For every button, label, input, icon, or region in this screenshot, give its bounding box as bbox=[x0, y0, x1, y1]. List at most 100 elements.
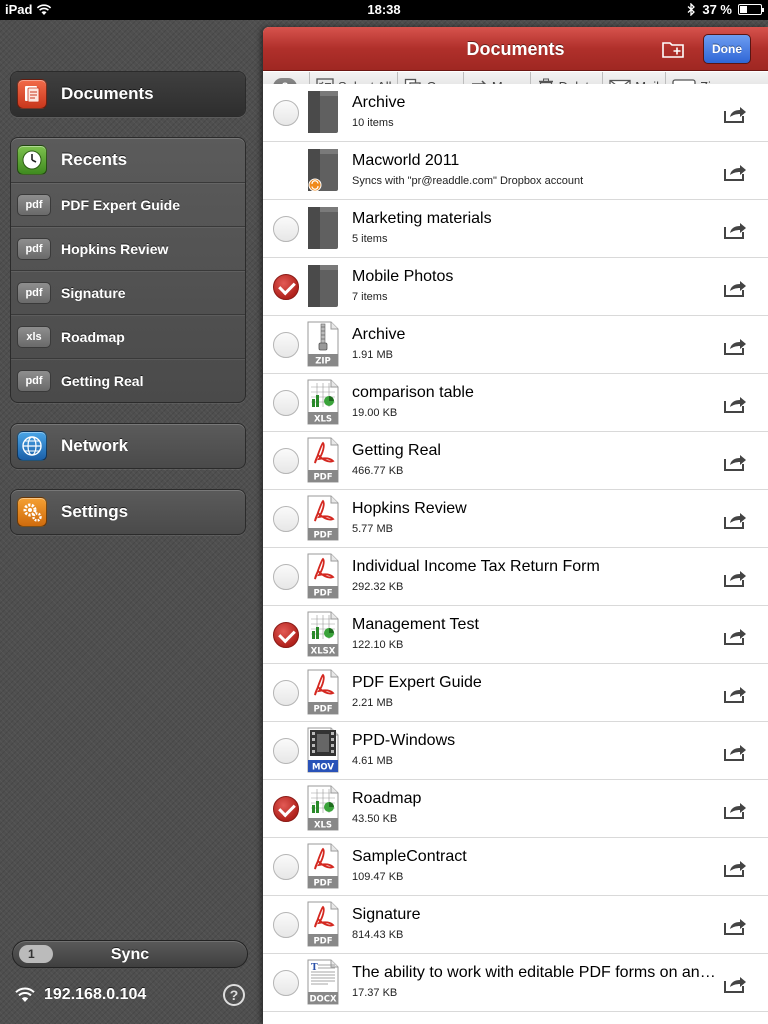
selection-checkbox[interactable] bbox=[273, 970, 299, 996]
globe-icon bbox=[17, 431, 47, 461]
sidebar-recent-label: PDF Expert Guide bbox=[61, 196, 181, 213]
selection-checkbox[interactable] bbox=[273, 274, 299, 300]
file-meta: 10 items bbox=[352, 117, 394, 129]
file-row[interactable]: Macworld 2011 Syncs with "pr@readdle.com"… bbox=[263, 142, 768, 200]
share-icon[interactable] bbox=[723, 858, 747, 878]
selection-checkbox[interactable] bbox=[273, 680, 299, 706]
sidebar-item-recents[interactable]: Recents bbox=[11, 138, 245, 182]
clock-icon bbox=[17, 145, 47, 175]
file-row[interactable]: MOV PPD-Windows 4.61 MB bbox=[263, 722, 768, 780]
sidebar-recents-group: Recents pdf PDF Expert Guide pdf Hopkins… bbox=[10, 137, 246, 403]
sidebar-recent-item[interactable]: xls Roadmap bbox=[11, 314, 245, 358]
selection-checkbox[interactable] bbox=[273, 506, 299, 532]
nav-bar: Documents Done bbox=[263, 27, 768, 71]
share-icon[interactable] bbox=[723, 510, 747, 530]
sidebar-recent-label: Roadmap bbox=[61, 328, 125, 345]
selection-checkbox[interactable] bbox=[273, 738, 299, 764]
folder-icon bbox=[306, 147, 340, 193]
share-icon[interactable] bbox=[723, 162, 747, 182]
selection-checkbox[interactable] bbox=[273, 390, 299, 416]
share-icon[interactable] bbox=[723, 452, 747, 472]
share-icon[interactable] bbox=[723, 684, 747, 704]
sidebar-recent-item[interactable]: pdf Getting Real bbox=[11, 358, 245, 402]
share-icon[interactable] bbox=[723, 394, 747, 414]
page-title: Documents bbox=[466, 39, 565, 59]
sidebar-network-group: Network bbox=[10, 423, 246, 469]
file-row[interactable]: T DOCX The ability to work with editable P… bbox=[263, 954, 768, 1012]
selection-checkbox[interactable] bbox=[273, 564, 299, 590]
file-meta: 814.43 KB bbox=[352, 929, 404, 941]
file-row[interactable]: PDF Signature 814.43 KB bbox=[263, 896, 768, 954]
share-icon[interactable] bbox=[723, 626, 747, 646]
file-row[interactable]: Mobile Photos 7 items bbox=[263, 258, 768, 316]
done-button[interactable]: Done bbox=[703, 34, 751, 64]
file-name: SampleContract bbox=[352, 848, 467, 865]
file-row[interactable]: Marketing materials 5 items bbox=[263, 200, 768, 258]
folder-icon bbox=[306, 205, 340, 251]
file-type-badge: pdf bbox=[17, 369, 51, 392]
file-meta: 466.77 KB bbox=[352, 465, 404, 477]
file-meta: 4.61 MB bbox=[352, 755, 393, 767]
pdf-file-icon: PDF bbox=[306, 901, 340, 947]
share-icon[interactable] bbox=[723, 220, 747, 240]
help-icon[interactable]: ? bbox=[223, 984, 245, 1006]
sync-button[interactable]: 1 Sync bbox=[12, 940, 248, 968]
file-row[interactable]: PDF Hopkins Review 5.77 MB bbox=[263, 490, 768, 548]
sidebar-item-network[interactable]: Network bbox=[11, 424, 245, 468]
share-icon[interactable] bbox=[723, 916, 747, 936]
selection-checkbox[interactable] bbox=[273, 622, 299, 648]
file-meta: 122.10 KB bbox=[352, 639, 404, 651]
svg-text:T: T bbox=[311, 963, 318, 973]
share-icon[interactable] bbox=[723, 278, 747, 298]
sidebar-recent-item[interactable]: pdf PDF Expert Guide bbox=[11, 182, 245, 226]
file-name: Signature bbox=[352, 906, 421, 923]
selection-checkbox[interactable] bbox=[273, 448, 299, 474]
file-row[interactable]: PDF PDF Expert Guide 2.21 MB bbox=[263, 664, 768, 722]
sidebar-recent-label: Hopkins Review bbox=[61, 240, 169, 257]
share-icon[interactable] bbox=[723, 800, 747, 820]
file-row[interactable]: ZIP Archive 1.91 MB bbox=[263, 316, 768, 374]
sidebar-documents-group: Documents bbox=[10, 71, 246, 117]
selection-checkbox[interactable] bbox=[273, 854, 299, 880]
selection-checkbox[interactable] bbox=[273, 332, 299, 358]
selection-checkbox[interactable] bbox=[273, 796, 299, 822]
pdf-file-icon: PDF bbox=[306, 495, 340, 541]
new-folder-icon[interactable] bbox=[661, 38, 687, 60]
file-row[interactable]: XLS Roadmap 43.50 KB bbox=[263, 780, 768, 838]
share-icon[interactable] bbox=[723, 974, 747, 994]
selection-checkbox[interactable] bbox=[273, 100, 299, 126]
file-row[interactable]: PDF SampleContract 109.47 KB bbox=[263, 838, 768, 896]
xls-file-icon: XLS bbox=[306, 379, 340, 425]
wifi-server-address: 192.168.0.104 bbox=[14, 983, 246, 1007]
file-row[interactable]: XLS comparison table 19.00 KB bbox=[263, 374, 768, 432]
sidebar-recent-item[interactable]: pdf Hopkins Review bbox=[11, 226, 245, 270]
svg-text:PDF: PDF bbox=[313, 473, 332, 483]
svg-text:MOV: MOV bbox=[312, 763, 334, 773]
share-icon[interactable] bbox=[723, 336, 747, 356]
folder-icon bbox=[306, 263, 340, 309]
file-row[interactable]: PDF Individual Income Tax Return Form 292.… bbox=[263, 548, 768, 606]
sidebar-recent-item[interactable]: pdf Signature bbox=[11, 270, 245, 314]
file-name: PDF Expert Guide bbox=[352, 674, 482, 691]
wifi-icon bbox=[15, 987, 35, 1002]
share-icon[interactable] bbox=[723, 104, 747, 124]
file-row[interactable]: PDF Getting Real 466.77 KB bbox=[263, 432, 768, 490]
sidebar-item-settings[interactable]: Settings bbox=[11, 490, 245, 534]
selection-checkbox[interactable] bbox=[273, 216, 299, 242]
file-meta: Syncs with "pr@readdle.com" Dropbox acco… bbox=[352, 175, 584, 187]
svg-text:PDF: PDF bbox=[313, 705, 332, 715]
share-icon[interactable] bbox=[723, 742, 747, 762]
selection-checkbox[interactable] bbox=[273, 912, 299, 938]
xlsx-file-icon: XLSX bbox=[306, 611, 340, 657]
share-icon[interactable] bbox=[723, 568, 747, 588]
file-type-badge: xls bbox=[17, 325, 51, 348]
file-name: PPD-Windows bbox=[352, 732, 456, 749]
sidebar-item-label: Documents bbox=[61, 84, 154, 103]
mov-file-icon: MOV bbox=[306, 727, 340, 773]
svg-text:ZIP: ZIP bbox=[315, 357, 331, 367]
file-row[interactable]: Archive 10 items bbox=[263, 84, 768, 142]
sidebar-recent-label: Getting Real bbox=[61, 372, 144, 389]
file-name: Marketing materials bbox=[352, 210, 492, 227]
file-row[interactable]: XLSX Management Test 122.10 KB bbox=[263, 606, 768, 664]
sidebar-item-documents[interactable]: Documents bbox=[11, 72, 245, 116]
